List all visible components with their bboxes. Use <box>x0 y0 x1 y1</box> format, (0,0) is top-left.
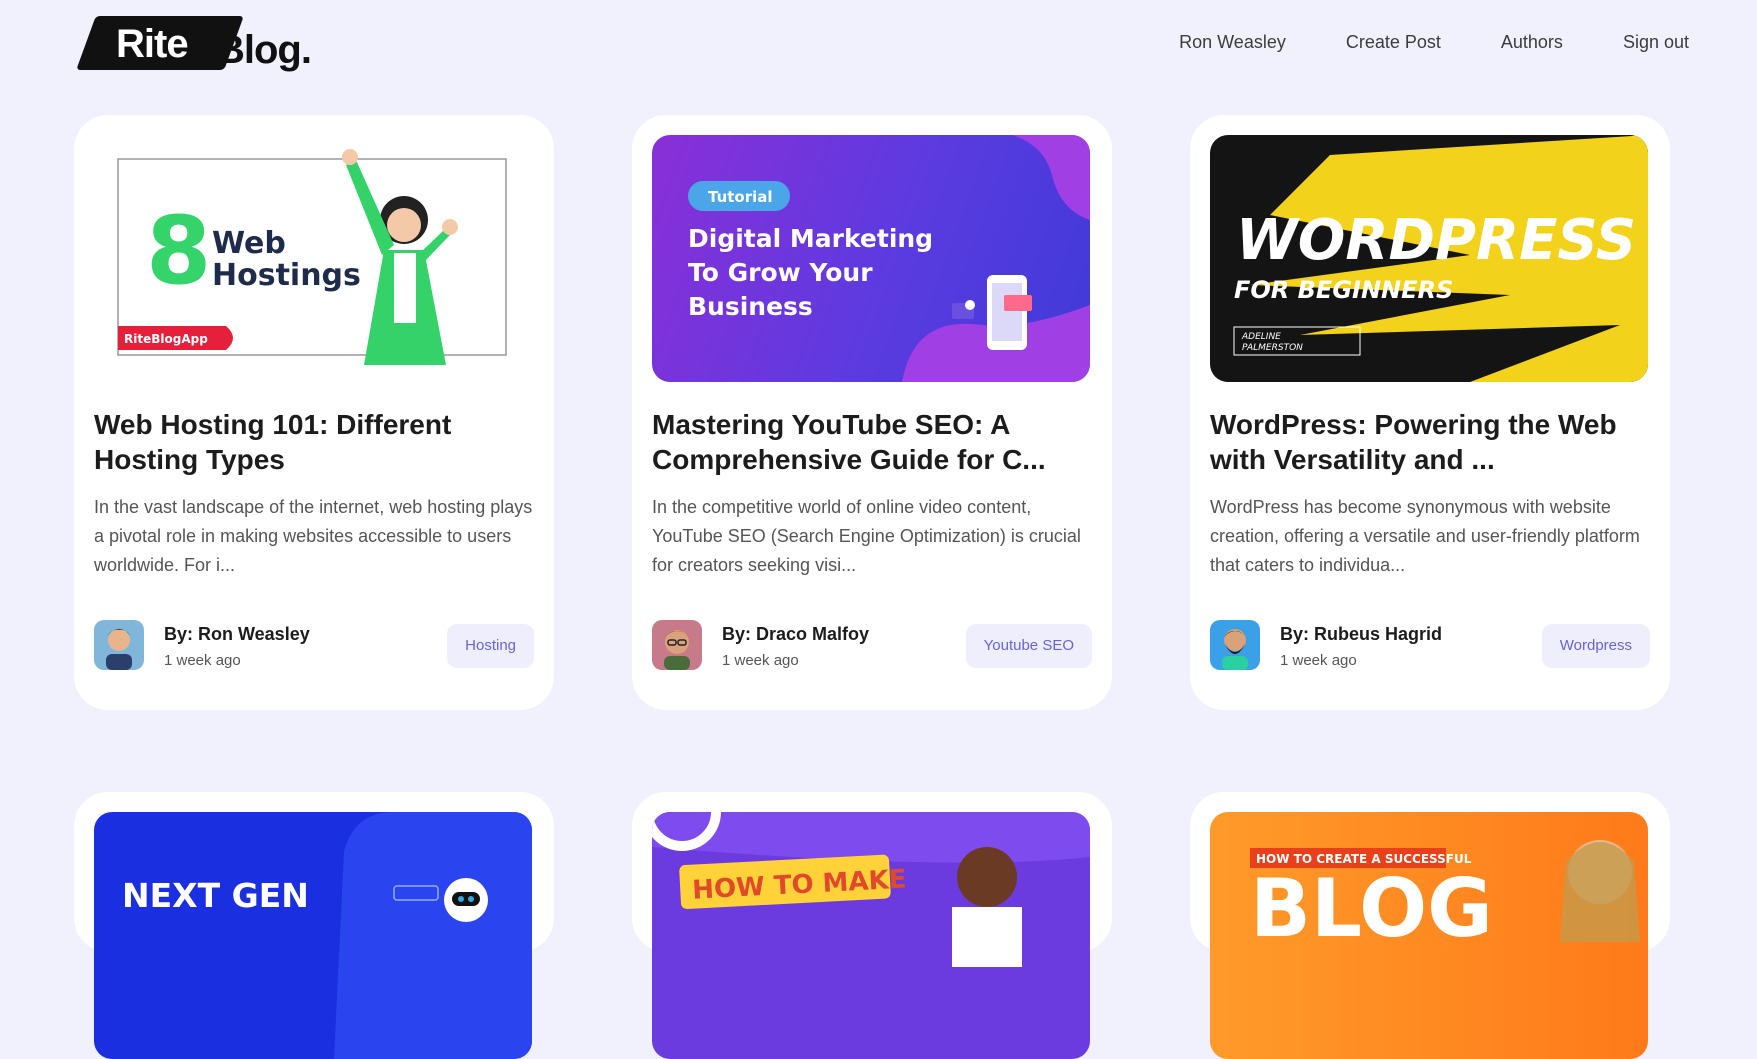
digital-marketing-illustration: Tutorial Digital Marketing To Grow Your … <box>688 135 1090 382</box>
post-thumbnail[interactable]: HOW TO CREATE A SUCCESSFUL BLOG <box>1210 812 1648 1059</box>
logo-text-rite: Rite <box>116 22 189 66</box>
header: Rite Blog. Ron Weasley Create Post Autho… <box>0 0 1757 92</box>
post-excerpt: WordPress has become synonymous with web… <box>1210 497 1640 575</box>
thumb-text: NEXT GEN <box>122 876 309 915</box>
chatbot-illustration: NEXT GEN <box>122 812 532 1059</box>
blog-illustration: HOW TO CREATE A SUCCESSFUL BLOG <box>1250 840 1640 955</box>
thumb-line3: Business <box>688 292 813 321</box>
post-thumbnail[interactable]: Tutorial Digital Marketing To Grow Your … <box>652 135 1090 382</box>
post-card[interactable]: 8 Web Hostings RiteBlogApp Web Hosting 1… <box>74 115 554 710</box>
thumb-line2: Hostings <box>212 258 361 293</box>
author-avatar[interactable] <box>652 620 702 670</box>
post-excerpt: In the vast landscape of the internet, w… <box>94 497 533 575</box>
thumb-line2: To Grow Your <box>688 258 873 287</box>
thumb-pill: Tutorial <box>708 188 773 206</box>
thumb-line4: PALMERSTON <box>1242 343 1303 353</box>
post-thumbnail[interactable]: WORDPRESS FOR BEGINNERS ADELINE PALMERST… <box>1210 135 1648 382</box>
author-name[interactable]: By: Rubeus Hagrid <box>1280 624 1442 645</box>
thumb-badge: RiteBlogApp <box>124 332 208 346</box>
author-avatar[interactable] <box>94 620 144 670</box>
wordpress-illustration: WORDPRESS FOR BEGINNERS ADELINE PALMERST… <box>1233 135 1648 382</box>
nav-authors[interactable]: Authors <box>1501 32 1563 53</box>
author-name[interactable]: By: Ron Weasley <box>164 624 310 645</box>
site-logo[interactable]: Rite Blog. <box>76 16 326 74</box>
thumb-number: 8 <box>146 197 211 306</box>
post-tag[interactable]: Hosting <box>447 624 534 668</box>
author-name[interactable]: By: Draco Malfoy <box>722 624 869 645</box>
post-time: 1 week ago <box>722 652 799 669</box>
post-tag[interactable]: Youtube SEO <box>965 624 1092 668</box>
nav-user-profile[interactable]: Ron Weasley <box>1179 32 1286 53</box>
post-thumbnail[interactable]: NEXT GEN <box>94 812 532 1059</box>
post-card[interactable]: Tutorial Digital Marketing To Grow Your … <box>632 115 1112 710</box>
post-title[interactable]: WordPress: Powering the Web with Versati… <box>1210 407 1650 477</box>
post-footer: By: Draco Malfoy 1 week ago Youtube SEO <box>652 620 1092 672</box>
post-tag[interactable]: Wordpress <box>1541 624 1650 668</box>
thumb-line1: WORDPRESS <box>1236 208 1636 273</box>
post-thumbnail[interactable]: HOW TO MAKE <box>652 812 1090 1059</box>
web-hosting-illustration: 8 Web Hostings RiteBlogApp <box>117 149 507 365</box>
author-avatar[interactable] <box>1210 620 1260 670</box>
nav-sign-out[interactable]: Sign out <box>1623 32 1689 53</box>
post-footer: By: Rubeus Hagrid 1 week ago Wordpress <box>1210 620 1650 672</box>
thumb-line3: ADELINE <box>1241 332 1281 342</box>
post-time: 1 week ago <box>164 652 241 669</box>
post-title[interactable]: Web Hosting 101: Different Hosting Types <box>94 407 534 477</box>
post-thumbnail[interactable]: 8 Web Hostings RiteBlogApp <box>94 135 532 382</box>
post-footer: By: Ron Weasley 1 week ago Hosting <box>94 620 534 672</box>
main-nav: Ron Weasley Create Post Authors Sign out <box>1179 32 1689 53</box>
nav-create-post[interactable]: Create Post <box>1346 32 1441 53</box>
post-time: 1 week ago <box>1280 652 1357 669</box>
thumb-big: BLOG <box>1250 862 1493 955</box>
make-profit-illustration: HOW TO MAKE <box>652 812 1090 967</box>
post-card[interactable]: NEXT GEN <box>74 792 554 1059</box>
logo-text-blog: Blog. <box>216 28 312 72</box>
thumb-line2: FOR BEGINNERS <box>1234 276 1453 304</box>
post-card[interactable]: HOW TO CREATE A SUCCESSFUL BLOG <box>1190 792 1670 1059</box>
post-title[interactable]: Mastering YouTube SEO: A Comprehensive G… <box>652 407 1092 477</box>
post-card[interactable]: WORDPRESS FOR BEGINNERS ADELINE PALMERST… <box>1190 115 1670 710</box>
post-excerpt: In the competitive world of online video… <box>652 497 1081 575</box>
post-card[interactable]: HOW TO MAKE <box>632 792 1112 1059</box>
thumb-line1: Web <box>212 226 286 261</box>
thumb-line1: Digital Marketing <box>688 224 933 253</box>
